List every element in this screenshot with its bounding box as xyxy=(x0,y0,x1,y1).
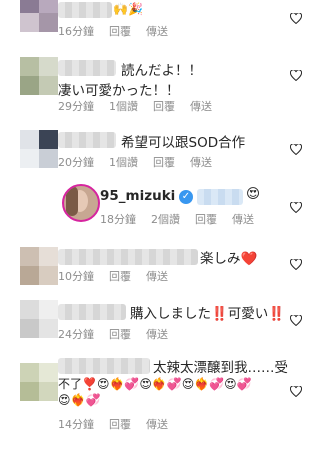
comment-text: 希望可以跟SOD合作 xyxy=(121,135,246,151)
like-heart-icon[interactable] xyxy=(290,13,302,24)
comment-time: 14分鐘 xyxy=(58,418,94,431)
like-heart-icon[interactable] xyxy=(290,144,302,155)
reply-button[interactable]: 回覆 xyxy=(109,328,131,341)
comment-time: 20分鐘 xyxy=(58,156,94,169)
blurred-username xyxy=(58,132,116,148)
send-button[interactable]: 傳送 xyxy=(190,100,212,113)
comment-row: 楽しみ❤️ 10分鐘 回覆 傳送 xyxy=(0,245,321,285)
reply-username[interactable]: 95_mizuki xyxy=(100,188,175,204)
send-button[interactable]: 傳送 xyxy=(146,328,168,341)
like-count[interactable]: 2個讚 xyxy=(151,213,180,226)
comment-text-line2: 不了❣️😍❤️‍🔥💞😍❤️‍🔥💞😍❤️‍🔥💞😍💞 xyxy=(58,377,252,391)
comment-meta: 24分鐘 回覆 傳送 xyxy=(58,326,183,342)
blurred-username xyxy=(58,2,112,18)
blurred-mention xyxy=(197,189,243,205)
comment-text-line1: 太辣太漂醸到我……受 xyxy=(153,360,288,376)
reply-text: 😍 xyxy=(246,186,261,202)
avatar[interactable] xyxy=(20,57,58,95)
comment-time: 10分鐘 xyxy=(58,270,94,283)
comment-time: 29分鐘 xyxy=(58,100,94,113)
reply-meta: 18分鐘 2個讚 回覆 傳送 xyxy=(100,211,269,227)
like-heart-icon[interactable] xyxy=(290,386,302,397)
like-heart-icon[interactable] xyxy=(290,315,302,326)
reply-button[interactable]: 回覆 xyxy=(109,418,131,431)
avatar[interactable] xyxy=(20,0,58,32)
comment-row: 読んだよ！！ 凄い可愛かった！！ 29分鐘 1個讚 回覆 傳送 xyxy=(0,55,321,125)
blurred-username xyxy=(58,249,198,265)
send-button[interactable]: 傳送 xyxy=(146,270,168,283)
like-heart-icon[interactable] xyxy=(290,259,302,270)
comment-row: 購入しました‼️可愛い‼️ 24分鐘 回覆 傳送 xyxy=(0,298,321,343)
comment-meta: 20分鐘 1個讚 回覆 傳送 xyxy=(58,154,227,170)
reply-row: 95_mizuki ✓ 😍 18分鐘 2個讚 回覆 傳送 xyxy=(0,183,321,228)
comment-meta: 16分鐘 回覆 傳送 xyxy=(58,23,183,39)
blurred-username xyxy=(58,304,126,320)
comment-time: 24分鐘 xyxy=(58,328,94,341)
avatar[interactable] xyxy=(20,300,58,338)
comment-text-line3: 😍❤️‍🔥💞 xyxy=(58,393,101,407)
comment-meta: 14分鐘 回覆 傳送 xyxy=(58,416,183,432)
blurred-username xyxy=(58,358,150,374)
comment-time: 16分鐘 xyxy=(58,25,94,38)
comment-text-line1: 読んだよ！！ xyxy=(121,63,202,79)
like-heart-icon[interactable] xyxy=(290,202,302,213)
comment-row: 太辣太漂醸到我……受 不了❣️😍❤️‍🔥💞😍❤️‍🔥💞😍❤️‍🔥💞😍💞 😍❤️‍… xyxy=(0,355,321,450)
send-button[interactable]: 傳送 xyxy=(146,25,168,38)
reply-button[interactable]: 回覆 xyxy=(153,156,175,169)
comment-row: 🙌🎉 16分鐘 回覆 傳送 xyxy=(0,0,321,40)
send-button[interactable]: 傳送 xyxy=(190,156,212,169)
verified-badge-icon: ✓ xyxy=(179,190,193,204)
avatar[interactable] xyxy=(20,363,58,401)
send-button[interactable]: 傳送 xyxy=(146,418,168,431)
like-count[interactable]: 1個讚 xyxy=(109,100,138,113)
avatar[interactable] xyxy=(20,130,58,168)
reply-button[interactable]: 回覆 xyxy=(195,213,217,226)
reply-time: 18分鐘 xyxy=(100,213,136,226)
comment-text-line2: 凄い可愛かった！！ xyxy=(58,83,180,99)
comment-meta: 29分鐘 1個讚 回覆 傳送 xyxy=(58,98,227,114)
avatar[interactable] xyxy=(20,247,58,285)
reply-button[interactable]: 回覆 xyxy=(153,100,175,113)
avatar[interactable] xyxy=(62,184,100,222)
reply-button[interactable]: 回覆 xyxy=(109,270,131,283)
send-button[interactable]: 傳送 xyxy=(232,213,254,226)
comment-text: 🙌🎉 xyxy=(113,2,143,16)
like-heart-icon[interactable] xyxy=(290,70,302,81)
blurred-username xyxy=(58,60,116,76)
comment-text: 楽しみ❤️ xyxy=(200,251,258,267)
like-count[interactable]: 1個讚 xyxy=(109,156,138,169)
comment-meta: 10分鐘 回覆 傳送 xyxy=(58,268,183,284)
comment-text: 購入しました‼️可愛い‼️ xyxy=(130,306,286,322)
comment-row: 希望可以跟SOD合作 20分鐘 1個讚 回覆 傳送 xyxy=(0,127,321,172)
reply-button[interactable]: 回覆 xyxy=(109,25,131,38)
